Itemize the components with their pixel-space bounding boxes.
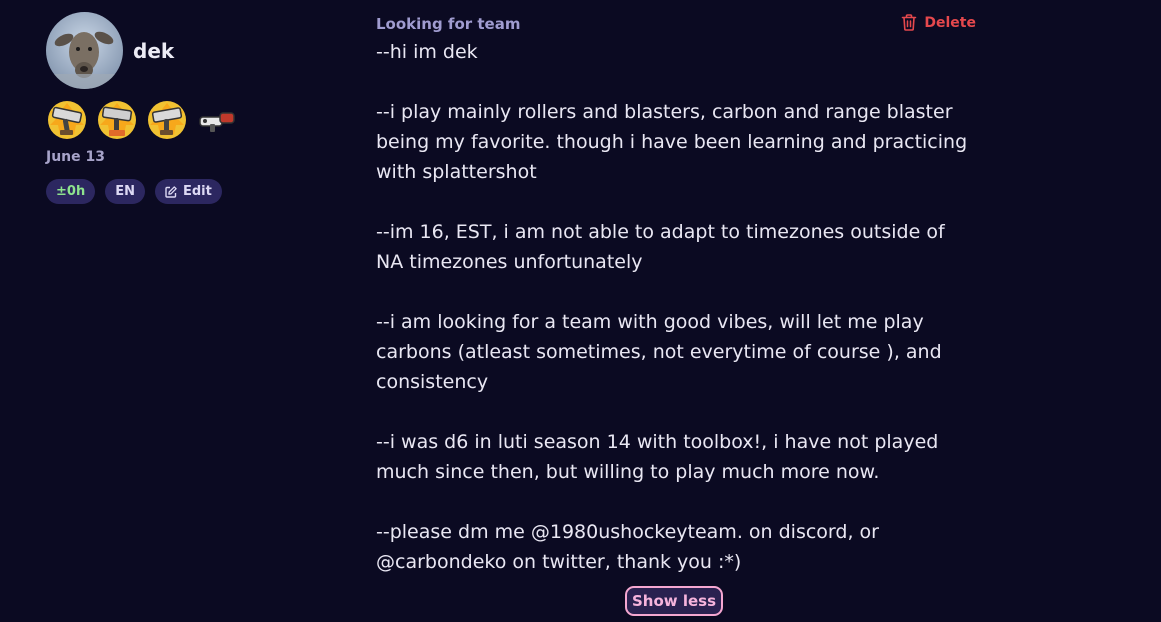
lft-post-card: dek June 13 ±0h EN Edit Looking for team… [0, 0, 1161, 622]
show-less-button[interactable]: Show less [625, 586, 723, 616]
weapon-pool [46, 99, 326, 141]
user-info: dek June 13 ±0h EN Edit [46, 12, 326, 204]
post-type-label: Looking for team [376, 15, 521, 33]
user-header: dek [46, 12, 326, 89]
post-text: --hi im dek --i play mainly rollers and … [376, 41, 968, 573]
user-tags: ±0h EN Edit [46, 179, 326, 204]
carbon-roller-deco-icon [98, 101, 136, 139]
trash-icon [902, 14, 917, 31]
edit-label: Edit [182, 184, 212, 199]
delete-label: Delete [924, 14, 976, 31]
post-date: June 13 [46, 149, 105, 165]
timezone-badge: ±0h [46, 179, 96, 204]
edit-icon [165, 185, 177, 198]
post-body: Looking for team Delete --hi im dek --i … [376, 12, 976, 577]
username[interactable]: dek [133, 39, 174, 63]
carbon-roller-icon [48, 101, 86, 139]
carbon-roller-icon [148, 101, 186, 139]
avatar[interactable] [46, 12, 123, 89]
delete-button[interactable]: Delete [901, 14, 976, 31]
edit-button[interactable]: Edit [154, 179, 222, 204]
language-badge: EN [105, 179, 145, 204]
range-blaster-icon [199, 112, 235, 132]
